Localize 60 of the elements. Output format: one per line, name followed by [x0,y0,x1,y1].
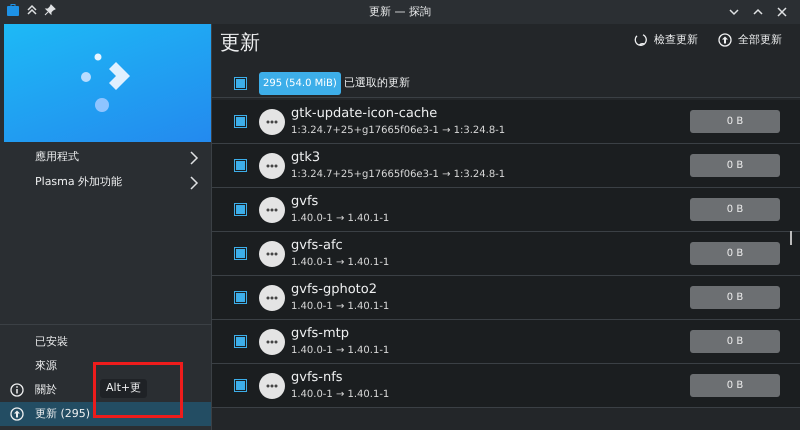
package-version: 1:3.24.7+25+g17665f06e3-1 → 1:3.24.8-1 [291,124,506,138]
size-button[interactable]: 0 B [690,242,780,265]
package-name: gvfs [291,194,320,210]
window-title: 更新 — 探詢 [369,4,431,20]
category-label[interactable]: 應用程式 [35,149,79,166]
package-icon [259,152,285,178]
package-name: gvfs-afc [291,238,344,254]
refresh-icon [634,33,648,48]
package-name: gvfs-mtp [291,326,350,342]
sidebar-item[interactable]: 已安裝 [0,330,72,354]
package-checkbox[interactable] [234,203,247,216]
chevron-right-icon [190,176,199,190]
package-name: gvfs-nfs [291,370,344,386]
category-label[interactable]: Plasma 外加功能 [35,174,122,191]
info-icon [10,383,24,397]
update-all-button[interactable]: 全部更新 [714,30,786,50]
package-icon [259,372,285,398]
scrollbar-handle[interactable] [790,231,792,245]
package-checkbox[interactable] [234,247,247,260]
package-version: 1.40.0-1 → 1.40.1-1 [291,344,390,358]
sidebar-item[interactable]: 更新 (295) [0,402,211,426]
count-badge: 295 (54.0 MiB) [259,72,341,95]
sidebar-item[interactable]: 來源 [0,354,61,378]
package-checkbox[interactable] [234,115,247,128]
chevron-right-icon [190,150,199,164]
package-version: 1.40.0-1 → 1.40.1-1 [291,256,390,270]
package-icon [259,196,285,222]
package-name: gtk-update-icon-cache [291,106,438,122]
upload-icon [10,407,24,421]
package-checkbox[interactable] [234,159,247,172]
size-button[interactable]: 0 B [690,154,780,177]
package-checkbox[interactable] [234,291,247,304]
package-checkbox[interactable] [234,379,247,392]
sidebar-item[interactable]: 關於 [0,378,61,402]
pin-icon[interactable] [44,4,56,16]
package-icon [259,240,285,266]
upload-icon [718,33,732,48]
package-version: 1.40.0-1 → 1.40.1-1 [291,388,390,402]
package-icon [259,108,285,134]
check-updates-button[interactable]: 檢查更新 [630,30,702,50]
select-all-checkbox[interactable] [234,77,247,90]
package-icon [259,328,285,354]
page-title: 更新 [220,29,260,56]
selected-label: 已選取的更新 [344,75,410,92]
size-button[interactable]: 0 B [690,198,780,221]
size-button[interactable]: 0 B [690,330,780,353]
package-icon [259,284,285,310]
package-version: 1.40.0-1 → 1.40.1-1 [291,212,390,226]
package-checkbox[interactable] [234,335,247,348]
size-button[interactable]: 0 B [690,374,780,397]
keep-above-icon[interactable] [26,4,38,16]
size-button[interactable]: 0 B [690,286,780,309]
package-name: gtk3 [291,150,322,166]
package-version: 1.40.0-1 → 1.40.1-1 [291,300,390,314]
package-name: gvfs-gphoto2 [291,282,378,298]
size-button[interactable]: 0 B [690,110,780,133]
app-icon[interactable] [6,3,20,17]
package-version: 1:3.24.7+25+g17665f06e3-1 → 1:3.24.8-1 [291,168,506,182]
shortcut-tooltip: Alt+更 [100,379,148,398]
close-icon[interactable] [776,6,788,18]
